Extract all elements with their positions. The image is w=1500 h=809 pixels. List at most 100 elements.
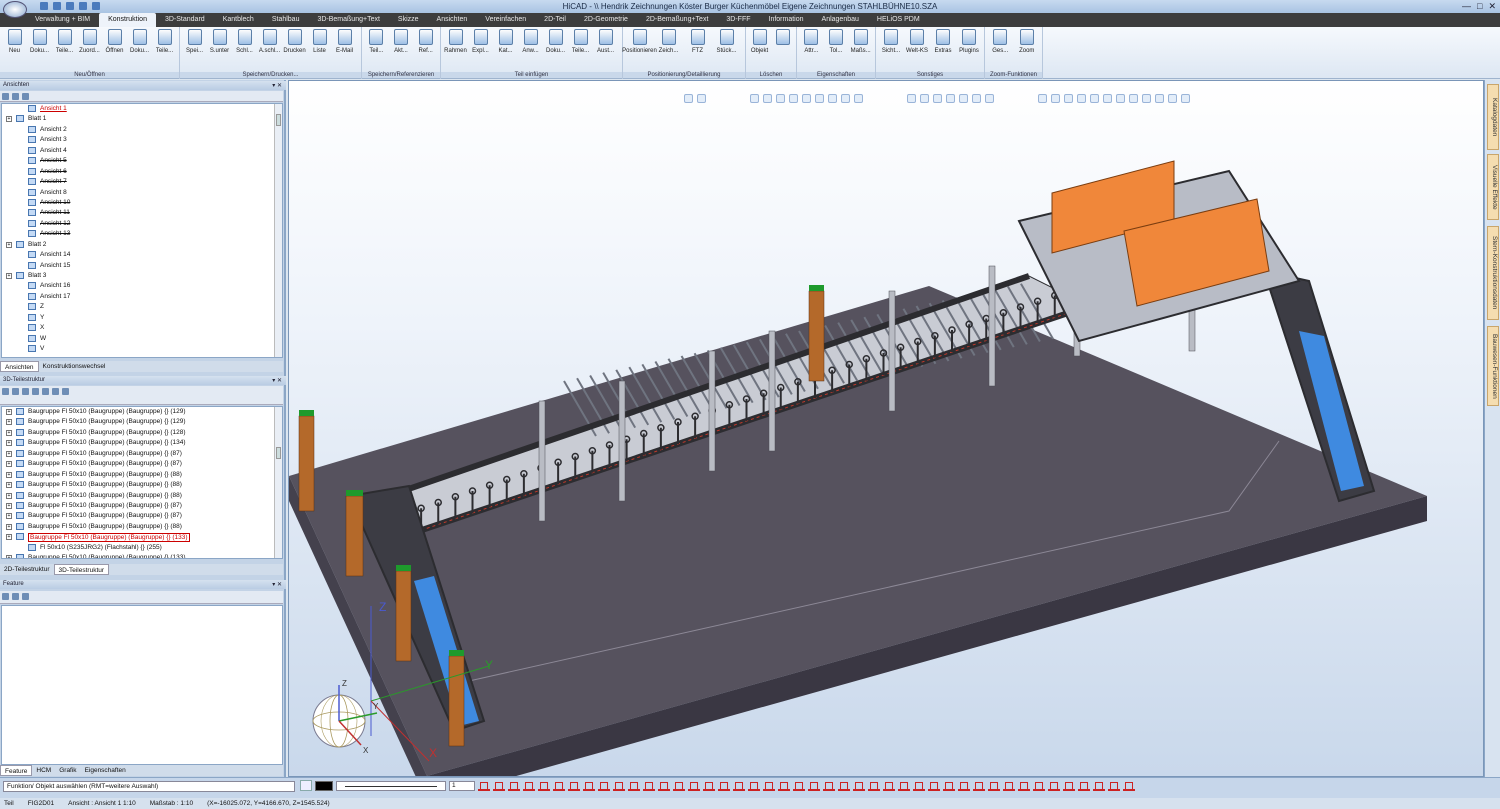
tree-node[interactable]: + Baugruppe Fl 50x10 (Baugruppe) (Baugrup… (2, 480, 282, 490)
ribbon-button[interactable]: Tol... (824, 29, 849, 54)
tree-node[interactable]: + Baugruppe Fl 50x10 (Baugruppe) (Baugrup… (2, 553, 282, 558)
draw-tool-icon[interactable] (1033, 780, 1045, 791)
tree-node[interactable]: + Blatt 1 (2, 114, 282, 124)
draw-tool-icon[interactable] (1123, 780, 1135, 791)
view-tool-icon[interactable] (776, 94, 785, 103)
tab-2d-teil[interactable]: 2D-Teil (535, 13, 575, 27)
tab-stahlbau[interactable]: Stahlbau (263, 13, 309, 27)
draw-tool-icon[interactable] (523, 780, 535, 791)
ribbon-button[interactable]: Stück... (712, 29, 741, 54)
tree-node[interactable]: Ansicht 10 (2, 198, 282, 208)
close-icon[interactable]: ▾ ✕ (272, 581, 282, 588)
ribbon-button[interactable]: Zuord... (77, 29, 102, 54)
tab-skizze[interactable]: Skizze (389, 13, 428, 27)
parts-tree[interactable]: + Baugruppe Fl 50x10 (Baugruppe) (Baugrup… (1, 406, 283, 559)
tree-node[interactable]: + Baugruppe Fl 50x10 (Baugruppe) (Baugrup… (2, 438, 282, 448)
tab-information[interactable]: Information (760, 13, 813, 27)
draw-tool-icon[interactable] (718, 780, 730, 791)
draw-tool-icon[interactable] (853, 780, 865, 791)
level-4-icon[interactable] (52, 388, 59, 395)
level-1-icon[interactable] (22, 388, 29, 395)
tree-node[interactable]: Fl 50x10 (S235JRG2) (Flachstahl) {} (255… (2, 543, 282, 553)
expand-toggle-icon[interactable]: + (6, 241, 12, 248)
close-button[interactable]: ✕ (1488, 1, 1496, 11)
ribbon-button[interactable]: Akt... (389, 29, 414, 54)
close-icon[interactable]: ▾ ✕ (272, 377, 282, 384)
tree-node[interactable]: Ansicht 14 (2, 250, 282, 260)
tree-node[interactable]: Ansicht 13 (2, 229, 282, 239)
tree-node[interactable]: Ansicht 1 (2, 104, 282, 114)
draw-tool-icon[interactable] (613, 780, 625, 791)
tab-3d-standard[interactable]: 3D-Standard (156, 13, 214, 27)
ribbon-button[interactable]: Zeich... (654, 29, 683, 54)
views-tree[interactable]: Ansicht 1 + Blatt 1 Ansicht 2 Ansicht 3 Ansic… (1, 103, 283, 358)
ribbon-button[interactable]: Neu (2, 29, 27, 54)
ribbon-button[interactable]: Expl... (468, 29, 493, 54)
app-logo[interactable] (3, 1, 27, 18)
view-tool-icon[interactable] (763, 94, 772, 103)
filter-icon[interactable] (2, 93, 9, 100)
tree-node[interactable]: V (2, 344, 282, 354)
ribbon-button[interactable]: Ges... (987, 29, 1014, 54)
tree-node[interactable]: W (2, 334, 282, 344)
view-tool-icon[interactable] (815, 94, 824, 103)
tree-node[interactable]: + Blatt 3 (2, 271, 282, 281)
ribbon-button[interactable]: S.unter (207, 29, 232, 54)
view-tool-icon[interactable] (1116, 94, 1125, 103)
view-tool-icon[interactable] (1051, 94, 1060, 103)
tree-node[interactable]: Ansicht 5 (2, 156, 282, 166)
line-width-select[interactable]: 1 (449, 780, 475, 791)
draw-tool-icon[interactable] (988, 780, 1000, 791)
ribbon-button[interactable]: Ref... (413, 29, 438, 54)
tree-node[interactable]: + Baugruppe Fl 50x10 (Baugruppe) (Baugrup… (2, 511, 282, 521)
settings-icon[interactable] (22, 93, 29, 100)
panel-tab[interactable]: 2D-Teilestruktur (0, 564, 54, 575)
expand-toggle-icon[interactable]: + (6, 429, 12, 436)
draw-tool-icon[interactable] (748, 780, 760, 791)
tab-anlagenbau[interactable]: Anlagenbau (813, 13, 868, 27)
ribbon-button[interactable]: Kat... (493, 29, 518, 54)
ribbon-button[interactable]: E-Mail (332, 29, 357, 54)
draw-tool-icon[interactable] (763, 780, 775, 791)
view-tool-icon[interactable] (750, 94, 759, 103)
tree-node[interactable]: + Baugruppe Fl 50x10 (Baugruppe) (Baugrup… (2, 532, 282, 543)
expand-toggle-icon[interactable]: + (6, 450, 12, 457)
ribbon-button[interactable]: Teile... (152, 29, 177, 54)
draw-tool-icon[interactable] (1048, 780, 1060, 791)
panel-tab[interactable]: Konstruktionswechsel (39, 361, 110, 372)
level-3-icon[interactable] (22, 593, 29, 600)
ribbon-button[interactable]: Öffnen (102, 29, 127, 54)
right-dock-tab[interactable]: Stern-Konstruktionsdaten (1487, 226, 1499, 320)
draw-tool-icon[interactable] (838, 780, 850, 791)
draw-tool-icon[interactable] (583, 780, 595, 791)
expand-toggle-icon[interactable]: + (6, 482, 12, 489)
color-swatch[interactable] (315, 780, 333, 791)
tree-node[interactable]: + Baugruppe Fl 50x10 (Baugruppe) (Baugrup… (2, 449, 282, 459)
ribbon-button[interactable]: Anw... (518, 29, 543, 54)
tree-node[interactable]: X (2, 323, 282, 333)
view-tool-icon[interactable] (1038, 94, 1047, 103)
draw-tool-icon[interactable] (868, 780, 880, 791)
draw-tool-icon[interactable] (658, 780, 670, 791)
draw-tool-icon[interactable] (1018, 780, 1030, 791)
view-tool-icon[interactable] (841, 94, 850, 103)
view-tool-icon[interactable] (1168, 94, 1177, 103)
draw-tool-icon[interactable] (958, 780, 970, 791)
tab-helios-pdm[interactable]: HELiOS PDM (868, 13, 929, 27)
ribbon-button[interactable]: Positionieren (622, 29, 657, 54)
tree-node[interactable]: Ansicht 2 (2, 125, 282, 135)
tree-node[interactable]: + Baugruppe Fl 50x10 (Baugruppe) (Baugrup… (2, 407, 282, 417)
3d-viewport[interactable]: Z Y X Z Y X (288, 80, 1484, 777)
panel-tab[interactable]: Ansichten (0, 361, 39, 372)
draw-tool-icon[interactable] (808, 780, 820, 791)
orientation-triad[interactable]: Z Y X (312, 679, 379, 755)
layer-icon[interactable] (300, 780, 312, 791)
draw-tool-icon[interactable] (913, 780, 925, 791)
tab-3d-bema-ung-text[interactable]: 3D-Bemaßung+Text (308, 13, 388, 27)
draw-tool-icon[interactable] (538, 780, 550, 791)
ribbon-button[interactable]: Doku... (27, 29, 52, 54)
draw-tool-icon[interactable] (928, 780, 940, 791)
view-tool-icon[interactable] (1142, 94, 1151, 103)
tab-konstruktion[interactable]: Konstruktion (99, 13, 156, 27)
tree-node[interactable]: Z (2, 302, 282, 312)
